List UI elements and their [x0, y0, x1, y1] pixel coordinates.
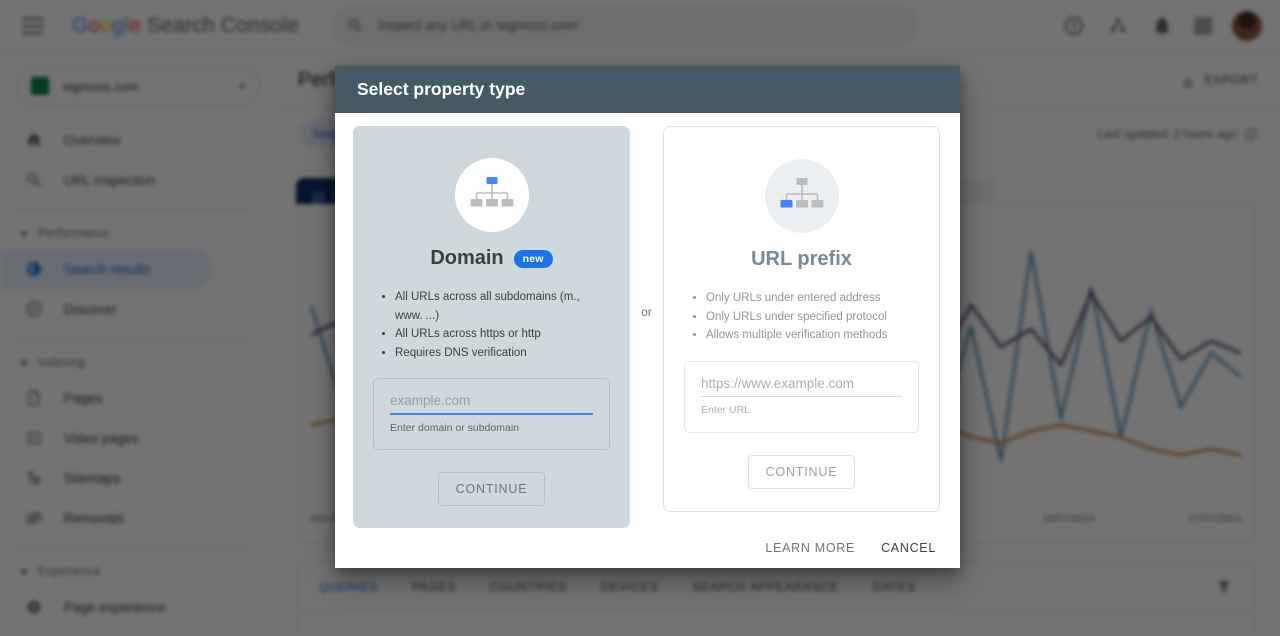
bullet-item: Allows multiple verification methods: [706, 326, 919, 345]
dialog-footer: LEARN MORE CANCEL: [335, 528, 960, 568]
bullet-item: Only URLs under specified protocol: [706, 308, 919, 327]
bullet-item: Requires DNS verification: [395, 344, 610, 363]
domain-card-bullets: All URLs across all subdomains (m., www.…: [373, 288, 610, 362]
domain-input-helper: Enter domain or subdomain: [390, 422, 519, 435]
url-prefix-card-bullets: Only URLs under entered address Only URL…: [684, 289, 919, 345]
bullet-item: All URLs across https or http: [395, 325, 610, 344]
domain-continue-button[interactable]: CONTINUE: [437, 472, 546, 507]
bullet-item: Only URLs under entered address: [706, 289, 919, 308]
domain-card-title-row: Domain new: [430, 247, 553, 270]
dialog-header: Select property type: [335, 66, 960, 114]
domain-input-wrapper: Enter domain or subdomain: [373, 378, 610, 451]
cancel-button[interactable]: CANCEL: [881, 541, 936, 555]
domain-icon-circle: [454, 158, 529, 233]
domain-input[interactable]: [390, 393, 593, 416]
domain-card-title: Domain: [430, 247, 504, 270]
property-type-card-domain[interactable]: Domain new All URLs across all subdomain…: [353, 126, 630, 529]
url-prefix-continue-button[interactable]: CONTINUE: [747, 454, 856, 489]
dialog-title: Select property type: [357, 79, 526, 100]
property-type-card-url-prefix[interactable]: URL prefix Only URLs under entered addre…: [663, 126, 940, 512]
sitemap-hierarchy-icon: [780, 178, 823, 208]
url-prefix-icon-circle: [764, 159, 839, 234]
screen-root: Google Search Console Inspect any URL in…: [0, 0, 1280, 636]
or-separator: or: [641, 305, 652, 320]
new-badge: new: [513, 249, 553, 268]
learn-more-link[interactable]: LEARN MORE: [765, 541, 855, 555]
bullet-item: All URLs across all subdomains (m., www.…: [395, 288, 610, 325]
url-prefix-input-wrapper: Enter URL: [684, 360, 919, 433]
sitemap-hierarchy-icon: [470, 177, 513, 207]
url-prefix-card-title-row: URL prefix: [751, 248, 852, 271]
url-prefix-card-title: URL prefix: [751, 248, 852, 271]
url-prefix-input[interactable]: [701, 375, 902, 397]
select-property-type-dialog: Select property type Domain new • All UR…: [335, 66, 960, 568]
url-prefix-input-helper: Enter URL: [701, 403, 751, 416]
dialog-body: Domain new All URLs across all subdomain…: [335, 113, 960, 529]
